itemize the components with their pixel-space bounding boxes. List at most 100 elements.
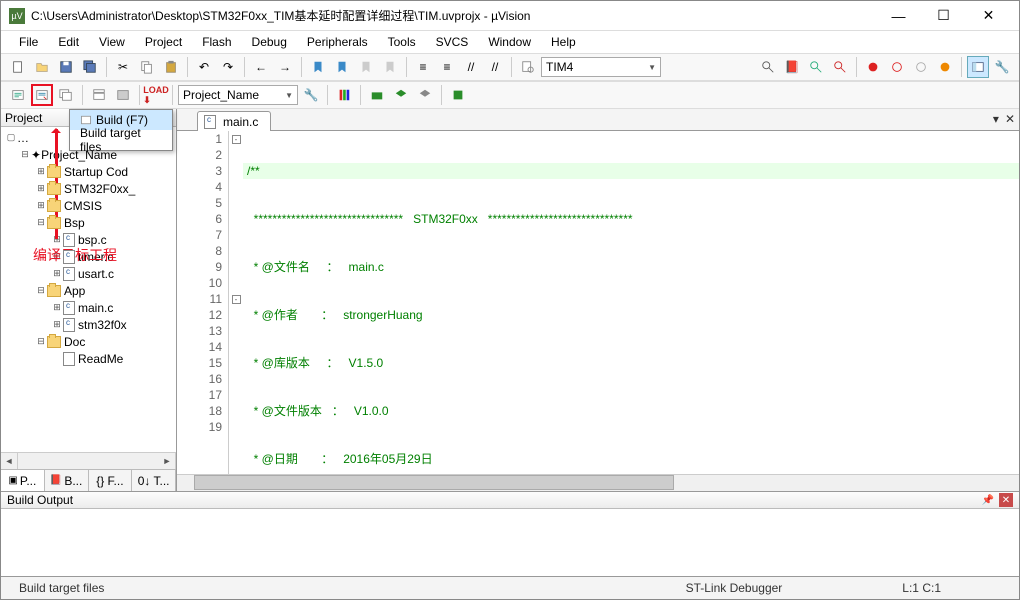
undo-icon[interactable]: ↶	[193, 56, 215, 78]
tree-group-startup[interactable]: ⊞Startup Cod	[1, 163, 176, 180]
tree-file-bsp-c[interactable]: ⊞bsp.c	[1, 231, 176, 248]
tree-group-cmsis[interactable]: ⊞CMSIS	[1, 197, 176, 214]
menu-view[interactable]: View	[91, 33, 133, 51]
menu-flash[interactable]: Flash	[194, 33, 239, 51]
nav-fwd-icon[interactable]: →	[274, 56, 296, 78]
menu-file[interactable]: File	[11, 33, 46, 51]
tree-file-readme[interactable]: ReadMe	[1, 350, 176, 367]
rec-orange-icon[interactable]	[934, 56, 956, 78]
editor-hscroll[interactable]	[177, 474, 1019, 491]
sidebar-hscroll[interactable]: ◄►	[1, 452, 176, 469]
fold-column[interactable]: - -	[229, 131, 243, 474]
rebuild-icon[interactable]	[55, 84, 77, 106]
menu-project[interactable]: Project	[137, 33, 190, 51]
config-icon[interactable]: 🔧	[991, 56, 1013, 78]
tree-group-bsp[interactable]: ⊟Bsp	[1, 214, 176, 231]
cut-icon[interactable]: ✂	[112, 56, 134, 78]
translate-icon[interactable]	[7, 84, 29, 106]
uncomment-icon[interactable]: //	[484, 56, 506, 78]
redo-icon[interactable]: ↷	[217, 56, 239, 78]
help-icon[interactable]	[805, 56, 827, 78]
tab-templates[interactable]: 0↓ T...	[132, 470, 176, 491]
line-gutter: 12345678910111213141516171819	[177, 131, 229, 474]
sidebar-tabs: ▣ P... 📕 B... {} F... 0↓ T...	[1, 469, 176, 491]
menu-svcs[interactable]: SVCS	[428, 33, 477, 51]
paste-icon[interactable]	[160, 56, 182, 78]
menu-window[interactable]: Window	[480, 33, 539, 51]
menu-help[interactable]: Help	[543, 33, 584, 51]
maximize-button[interactable]: ☐	[921, 2, 966, 30]
tree-group-app[interactable]: ⊟App	[1, 282, 176, 299]
target-combo[interactable]: Project_Name▼	[178, 85, 298, 105]
close-button[interactable]: ✕	[966, 2, 1011, 30]
open-icon[interactable]	[31, 56, 53, 78]
outdent-icon[interactable]: ≡	[436, 56, 458, 78]
books-icon[interactable]: 📕	[781, 56, 803, 78]
window-title: C:\Users\Administrator\Desktop\STM32F0xx…	[31, 7, 876, 24]
find-files-icon[interactable]	[517, 56, 539, 78]
new-file-icon[interactable]	[7, 56, 29, 78]
minimize-button[interactable]: —	[876, 2, 921, 30]
editor-tab-main[interactable]: main.c	[197, 111, 271, 131]
tree-group-doc[interactable]: ⊟Doc	[1, 333, 176, 350]
sim-icon[interactable]	[414, 84, 436, 106]
zoom-icon[interactable]	[829, 56, 851, 78]
rec-gray-icon[interactable]	[910, 56, 932, 78]
toolbar-build: LOAD⬇ Project_Name▼ 🔧	[1, 81, 1019, 109]
menubar: File Edit View Project Flash Debug Perip…	[1, 31, 1019, 53]
indent-icon[interactable]: ≡	[412, 56, 434, 78]
download-icon[interactable]: LOAD⬇	[145, 84, 167, 106]
project-panel: Project ✕ Build (F7) Build target files …	[1, 109, 177, 491]
rte-icon[interactable]	[390, 84, 412, 106]
menu-tools[interactable]: Tools	[380, 33, 424, 51]
editor-tab-label: main.c	[223, 115, 258, 129]
find-combo[interactable]: TIM4▼	[541, 57, 661, 77]
nav-back-icon[interactable]: ←	[250, 56, 272, 78]
tab-books[interactable]: 📕 B...	[45, 470, 89, 491]
save-all-icon[interactable]	[79, 56, 101, 78]
menu-edit[interactable]: Edit	[50, 33, 87, 51]
code-editor[interactable]: 12345678910111213141516171819 - - /** **…	[177, 131, 1019, 474]
build-output-body[interactable]	[1, 509, 1019, 577]
tab-dropdown-icon[interactable]: ▾	[993, 112, 999, 126]
build-output-header: Build Output 📌 ✕	[1, 491, 1019, 509]
statusbar: Build target files ST-Link Debugger L:1 …	[1, 577, 1019, 599]
save-icon[interactable]	[55, 56, 77, 78]
debug-cfg-icon[interactable]	[757, 56, 779, 78]
rec-outline-icon[interactable]	[886, 56, 908, 78]
rec-red-icon[interactable]	[862, 56, 884, 78]
tree-group-stdlib[interactable]: ⊞STM32F0xx_	[1, 180, 176, 197]
manage-icon[interactable]	[333, 84, 355, 106]
build-close-icon[interactable]: ✕	[999, 493, 1013, 507]
bookmark-next-icon[interactable]	[355, 56, 377, 78]
window-layout-icon[interactable]	[967, 56, 989, 78]
tree-file-main-c[interactable]: ⊞main.c	[1, 299, 176, 316]
stop-build-icon[interactable]	[112, 84, 134, 106]
tab-close-icon[interactable]: ✕	[1005, 112, 1015, 126]
tab-project[interactable]: ▣ P...	[1, 470, 45, 491]
bookmark-clear-icon[interactable]	[379, 56, 401, 78]
copy-icon[interactable]	[136, 56, 158, 78]
tab-functions[interactable]: {} F...	[89, 470, 133, 491]
bookmark-prev-icon[interactable]	[331, 56, 353, 78]
project-tree[interactable]: 编译目标工程 ▢… ⊟✦ Project_Name ⊞Startup Cod ⊞…	[1, 127, 176, 452]
batch-build-icon[interactable]	[88, 84, 110, 106]
component-icon[interactable]	[447, 84, 469, 106]
status-left: Build target files	[9, 581, 114, 595]
tooltip-line2: Build target files	[70, 130, 172, 150]
pin-icon[interactable]: 📌	[981, 493, 995, 507]
pack-installer-icon[interactable]	[366, 84, 388, 106]
comment-icon[interactable]: //	[460, 56, 482, 78]
build-button[interactable]	[31, 84, 53, 106]
code-body[interactable]: /** ******************************** STM…	[243, 131, 1019, 474]
menu-peripherals[interactable]: Peripherals	[299, 33, 376, 51]
tree-file-usart-c[interactable]: ⊞usart.c	[1, 265, 176, 282]
main-area: Project ✕ Build (F7) Build target files …	[1, 109, 1019, 491]
tree-file-timer-c[interactable]: ⊞timer.c	[1, 248, 176, 265]
build-tooltip: Build (F7) Build target files	[69, 109, 173, 151]
tree-file-stm32it[interactable]: ⊞stm32f0x	[1, 316, 176, 333]
menu-debug[interactable]: Debug	[244, 33, 295, 51]
bookmark-icon[interactable]	[307, 56, 329, 78]
status-debugger: ST-Link Debugger	[676, 581, 793, 595]
options-icon[interactable]: 🔧	[300, 84, 322, 106]
